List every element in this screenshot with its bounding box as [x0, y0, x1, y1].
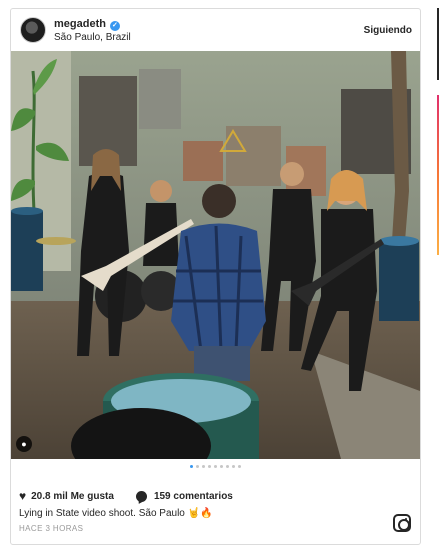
heart-icon[interactable]: ♥: [19, 490, 26, 502]
band-photo-illustration: [11, 51, 420, 459]
post-photo[interactable]: ●: [11, 51, 420, 459]
verified-badge-icon: ✓: [109, 21, 120, 31]
location-link[interactable]: São Paulo, Brazil: [54, 32, 131, 43]
likes-count[interactable]: 20.8 mil Me gusta: [31, 491, 114, 502]
avatar[interactable]: [20, 17, 46, 43]
user-tag-icon[interactable]: ●: [16, 436, 32, 452]
carousel-dot: [238, 465, 241, 468]
carousel-dot: [232, 465, 235, 468]
post-timestamp: HACE 3 HORAS: [19, 524, 84, 533]
carousel-dot: [196, 465, 199, 468]
comments-count[interactable]: 159 comentarios: [154, 491, 233, 502]
side-edge-dark: [437, 8, 439, 80]
side-edge-gradient: [437, 95, 439, 255]
username-link[interactable]: megadeth: [54, 18, 106, 30]
carousel-dot: [226, 465, 229, 468]
carousel-dot: [202, 465, 205, 468]
username-row: megadeth ✓: [54, 18, 120, 31]
following-button[interactable]: Siguiendo: [364, 25, 412, 36]
post-header: megadeth ✓ São Paulo, Brazil Siguiendo: [11, 9, 420, 51]
comment-bubble-icon[interactable]: [135, 490, 147, 502]
post-caption: Lying in State video shoot. São Paulo 🤘🔥: [19, 508, 213, 519]
post-stats: ♥ 20.8 mil Me gusta 159 comentarios: [19, 489, 233, 503]
instagram-logo-icon[interactable]: [393, 514, 411, 532]
carousel-dot: [190, 465, 193, 468]
carousel-indicator: [11, 465, 420, 471]
carousel-dot: [220, 465, 223, 468]
carousel-dot: [214, 465, 217, 468]
instagram-post-card: megadeth ✓ São Paulo, Brazil Siguiendo ●…: [10, 8, 421, 545]
carousel-dot: [208, 465, 211, 468]
